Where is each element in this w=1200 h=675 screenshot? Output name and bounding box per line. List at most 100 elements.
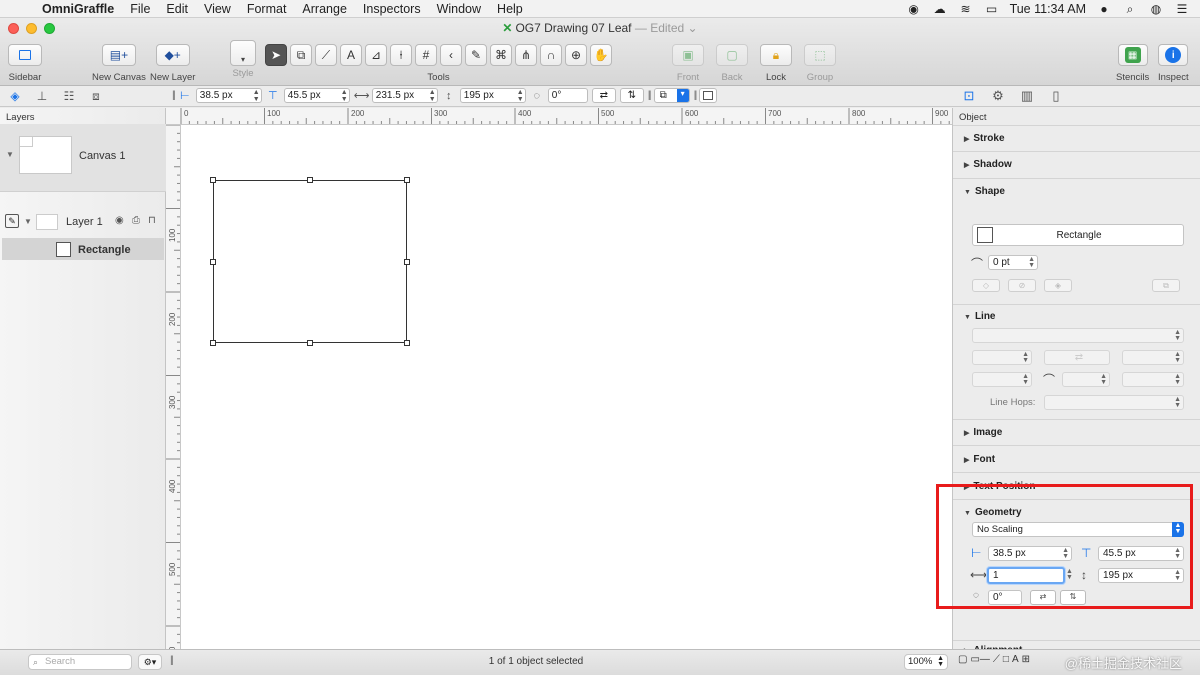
resize-handle[interactable] — [307, 340, 313, 346]
style-button[interactable]: ▾ — [230, 40, 256, 66]
stepper-icon[interactable]: ▲ ▼ — [1022, 373, 1029, 386]
layer-row[interactable]: ✎ ▼ Layer 1 ◉ ⎙ ⊓ — [0, 212, 166, 232]
stepper-icon[interactable]: ▲ ▼ — [1174, 373, 1181, 386]
style-well[interactable]: ▾ Style — [230, 40, 256, 79]
rectangle-shape[interactable] — [210, 177, 410, 346]
object-inspector-icon[interactable]: ⊡ — [960, 87, 978, 105]
sidebar-button[interactable] — [8, 44, 42, 66]
record-icon[interactable]: ◉ — [906, 2, 922, 16]
canvas-inspector-icon[interactable]: ▥ — [1018, 87, 1036, 105]
resize-handle[interactable] — [210, 259, 216, 265]
y-position-field[interactable]: 45.5 px ▲ ▼ — [283, 88, 350, 103]
new-layer[interactable]: ◆+ New Layer — [150, 44, 195, 83]
line-corner-field[interactable]: ▲ ▼ — [1062, 372, 1110, 387]
stepper-icon[interactable]: ▲ ▼ — [1100, 373, 1107, 386]
width-field[interactable]: 231.5 px ▲ ▼ — [371, 88, 438, 103]
text-position-style-icon[interactable]: ⊞ — [1022, 654, 1030, 665]
sidebar-toggle[interactable]: Sidebar — [8, 44, 42, 83]
stroke-style-icon[interactable]: ▭— — [970, 654, 989, 665]
cloud-icon[interactable]: ☁ — [932, 2, 948, 16]
line-tail-popup[interactable]: ▲ ▼ — [972, 350, 1032, 365]
document-title[interactable]: ✕ OG7 Drawing 07 Leaf — Edited ⌄ — [0, 21, 1200, 35]
stencils[interactable]: ▦ Stencils — [1116, 44, 1149, 83]
resize-handle[interactable] — [210, 177, 216, 183]
back-button[interactable]: ▢ — [716, 44, 748, 66]
line-hops-popup[interactable]: ▲ ▼ — [1044, 395, 1184, 410]
line-head-popup[interactable]: ▲ ▼ — [1122, 350, 1184, 365]
menu-window[interactable]: Window — [437, 2, 481, 16]
selection-tool-icon[interactable]: ➤ — [265, 44, 287, 66]
lock[interactable]: 🔒︎ Lock — [760, 44, 792, 83]
section-stroke[interactable]: ▶ Stroke — [964, 133, 1005, 144]
style-brush-icon[interactable]: ✎ — [465, 44, 487, 66]
resize-handle[interactable] — [404, 340, 410, 346]
height-field[interactable]: 195 px ▲ ▼ — [459, 88, 526, 103]
menu-app[interactable]: OmniGraffle — [42, 2, 114, 16]
section-image[interactable]: ▶ Image — [964, 427, 1002, 438]
section-line[interactable]: ▼ Line — [964, 311, 996, 322]
battery-icon[interactable]: ▭ — [984, 2, 1000, 16]
group-button[interactable]: ⬚ — [804, 44, 836, 66]
diagram-tool-icon[interactable]: ‹ — [440, 44, 462, 66]
point-editor-icon[interactable]: ⍿ — [390, 44, 412, 66]
disclosure-triangle-icon[interactable]: ▼ — [24, 217, 32, 226]
stepper-icon[interactable]: ▲ ▼ — [1022, 351, 1029, 364]
shape-option-button[interactable]: ⊘ — [1008, 279, 1036, 292]
apple-icon[interactable] — [10, 2, 24, 16]
arrange-popup[interactable]: ⧉ ▾ — [653, 88, 690, 103]
section-font[interactable]: ▶ Font — [964, 454, 995, 465]
eye-icon[interactable]: ◉ — [115, 215, 124, 226]
resize-handle[interactable] — [210, 340, 216, 346]
user-icon[interactable]: ● — [1096, 2, 1112, 16]
spotlight-icon[interactable]: ⌕ — [1122, 2, 1138, 16]
stepper-icon[interactable]: ▲ ▼ — [341, 89, 348, 103]
outline-icon[interactable]: ☷ — [60, 88, 78, 104]
wifi-icon[interactable]: ≋ — [958, 2, 974, 16]
magnet-tool-icon[interactable]: ∩ — [540, 44, 562, 66]
clock[interactable]: Tue 11:34 AM — [1010, 2, 1086, 16]
menu-file[interactable]: File — [130, 2, 150, 16]
convert-shape-button[interactable]: ◇ — [972, 279, 1000, 292]
pencil-icon[interactable]: ✎ — [5, 214, 19, 228]
resize-handle[interactable] — [404, 177, 410, 183]
stepper-icon[interactable]: ▲ ▼ — [253, 89, 260, 103]
fill-style-icon[interactable]: ▢ — [958, 654, 967, 665]
menu-inspectors[interactable]: Inspectors — [363, 2, 421, 16]
zoom-popup[interactable]: 100% ▲ ▼ — [904, 654, 948, 670]
shape-option-button[interactable]: ◈ — [1044, 279, 1072, 292]
stepper-icon[interactable]: ▲ ▼ — [1174, 329, 1181, 342]
line-tool-icon[interactable]: ⟋ — [315, 44, 337, 66]
section-shape[interactable]: ▼ Shape — [964, 186, 1005, 197]
stepper-icon[interactable]: ▲ ▼ — [1028, 256, 1035, 269]
pen-tool-icon[interactable]: ⊿ — [365, 44, 387, 66]
canvas-row[interactable]: ▼ Canvas 1 — [0, 124, 166, 192]
stencils-button[interactable]: ▦ — [1117, 44, 1148, 66]
layers-icon[interactable]: ◈ — [6, 88, 24, 104]
corner-radius-field[interactable]: 0 pt ▲ ▼ — [988, 255, 1038, 270]
flip-horizontal-button[interactable]: ⇄ — [591, 88, 616, 103]
new-canvas-button[interactable]: ▤+ — [101, 44, 136, 66]
flip-vertical-button[interactable]: ⇅ — [619, 88, 644, 103]
swap-ends-button[interactable]: ⇄ — [1044, 350, 1110, 365]
document-inspector-icon[interactable]: ▯ — [1047, 87, 1065, 105]
shape-picker[interactable]: Rectangle — [972, 224, 1184, 246]
line-color-field[interactable]: ▲ ▼ — [1122, 372, 1184, 387]
inspect[interactable]: i Inspect — [1158, 44, 1189, 83]
menu-help[interactable]: Help — [497, 2, 523, 16]
properties-inspector-icon[interactable]: ⚙ — [989, 87, 1007, 105]
section-shadow[interactable]: ▶ Shadow — [964, 159, 1012, 170]
shape-tool-icon[interactable]: ⧉ — [290, 44, 312, 66]
send-back[interactable]: ▢ Back — [716, 44, 748, 83]
stepper-icon[interactable]: ▲ ▼ — [517, 89, 524, 103]
notification-center-icon[interactable]: ☰ — [1174, 2, 1190, 16]
resize-handle[interactable] — [404, 259, 410, 265]
group[interactable]: ⬚ Group — [804, 44, 836, 83]
menu-edit[interactable]: Edit — [166, 2, 188, 16]
stencil-sidebar-icon[interactable]: ⧈ — [87, 88, 105, 104]
line-style-popup[interactable]: ▲ ▼ — [972, 328, 1184, 343]
hierarchy-tool-icon[interactable]: ⋔ — [515, 44, 537, 66]
siri-icon[interactable]: ◍ — [1148, 2, 1164, 16]
front-button[interactable]: ▣ — [672, 44, 704, 66]
disclosure-triangle-icon[interactable]: ▼ — [6, 150, 14, 159]
shape-option-button[interactable]: ⧉ — [1152, 279, 1180, 292]
